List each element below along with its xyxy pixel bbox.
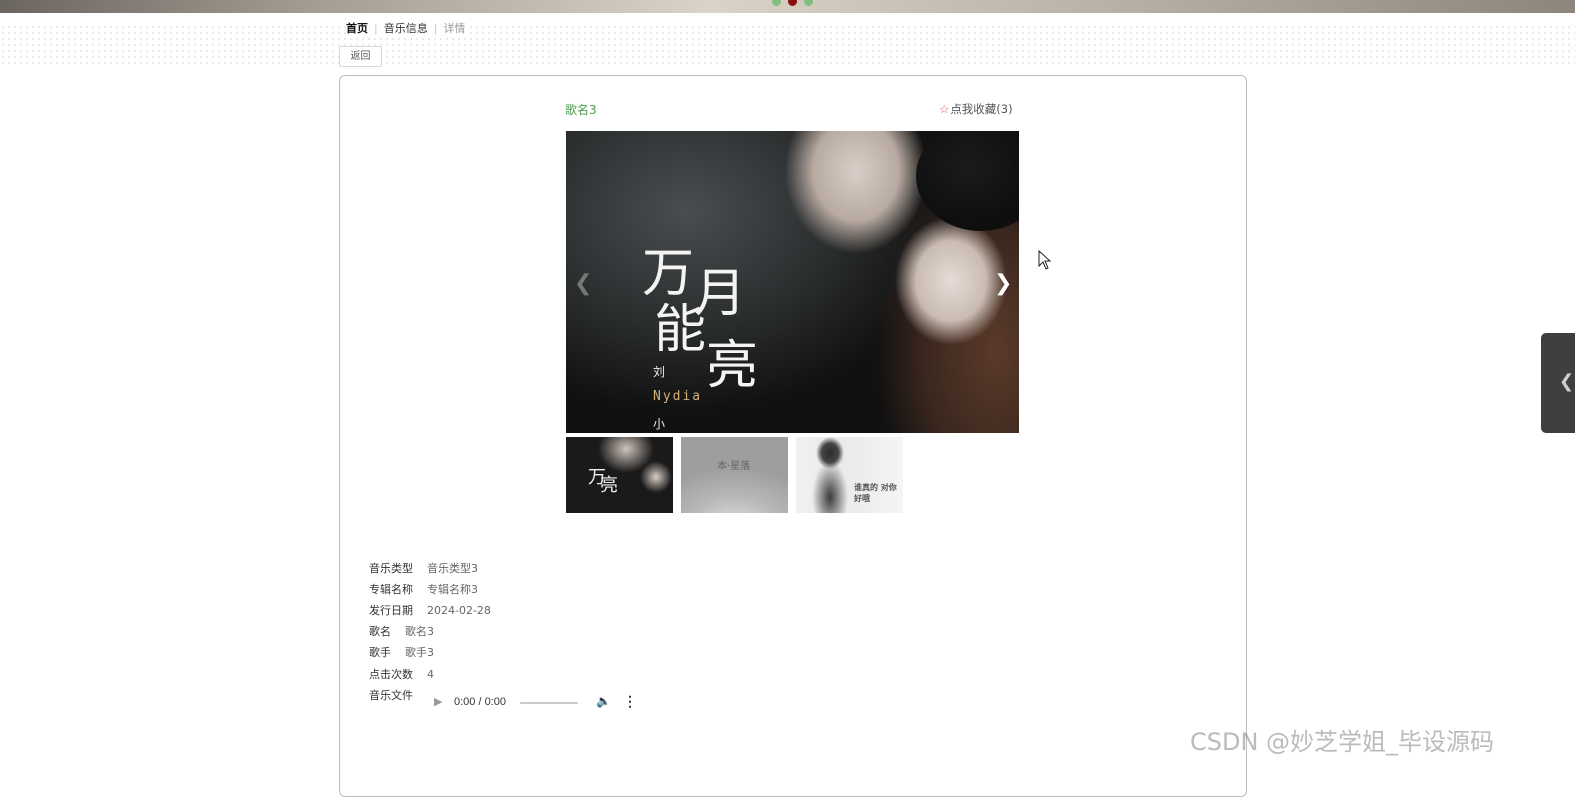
song-title: 歌名3 xyxy=(565,103,597,117)
cover-text-line: 能 xyxy=(654,300,707,360)
detail-value: 歌手3 xyxy=(405,646,434,659)
back-button[interactable]: 返回 xyxy=(339,46,382,67)
breadcrumb-current-detail: 详情 xyxy=(443,22,466,35)
cover-text-line: 亮 xyxy=(706,336,759,396)
detail-row-singer: 歌手 歌手3 xyxy=(369,645,434,661)
detail-row-song-name: 歌名 歌名3 xyxy=(369,624,434,640)
detail-label: 专辑名称 xyxy=(369,583,413,596)
decorative-pattern xyxy=(0,24,1575,64)
detail-value: 歌名3 xyxy=(405,625,434,638)
mouse-cursor-icon xyxy=(1038,250,1052,270)
breadcrumb-music-info-link[interactable]: 音乐信息 xyxy=(384,22,428,35)
audio-player[interactable]: ▶ 0:00 / 0:00 🔈 ⋮ xyxy=(430,693,640,713)
breadcrumb-separator: | xyxy=(433,22,438,35)
chevron-right-icon[interactable]: ❯ xyxy=(994,271,1012,296)
watermark: CSDN @妙芝学姐_毕设源码 xyxy=(1190,728,1495,756)
progress-bar[interactable] xyxy=(520,702,578,704)
more-vertical-icon[interactable]: ⋮ xyxy=(623,693,637,710)
thumb-2-text: 本·星落 xyxy=(717,461,751,472)
detail-label: 音乐类型 xyxy=(369,562,413,575)
detail-row-music-file: 音乐文件 xyxy=(369,688,413,704)
top-banner xyxy=(0,0,1575,13)
thumbnail-1[interactable]: 万 亮 xyxy=(566,437,673,513)
banner-dot-3[interactable] xyxy=(804,0,813,6)
breadcrumb-home-link[interactable]: 首页 xyxy=(346,22,368,35)
detail-label: 点击次数 xyxy=(369,668,413,681)
thumb-cover-text: 亮 xyxy=(600,475,618,496)
detail-label: 音乐文件 xyxy=(369,689,413,702)
detail-label: 发行日期 xyxy=(369,604,413,617)
banner-dot-1[interactable] xyxy=(772,0,781,6)
detail-label: 歌手 xyxy=(369,646,391,659)
cover-artist-text: 小 xyxy=(653,417,666,431)
star-outline-icon: ☆ xyxy=(939,102,950,116)
thumbnail-2[interactable]: 本·星落 xyxy=(681,437,788,513)
breadcrumb: 首页 | 音乐信息 | 详情 xyxy=(346,21,470,37)
volume-icon[interactable]: 🔈 xyxy=(596,694,611,708)
thumb-3-person xyxy=(810,437,850,513)
detail-row-album: 专辑名称 专辑名称3 xyxy=(369,582,478,598)
detail-value: 2024-02-28 xyxy=(427,604,491,617)
image-carousel[interactable]: 万 月 能 亮 刘 Nydia 小 ❮ ❯ xyxy=(566,131,1019,433)
banner-dot-2-active[interactable] xyxy=(788,0,797,6)
thumb-3-text: 谁真的 对你好哦 xyxy=(854,483,897,503)
detail-row-clicks: 点击次数 4 xyxy=(369,667,434,683)
player-time: 0:00 / 0:00 xyxy=(454,696,506,708)
detail-value: 4 xyxy=(427,668,434,681)
detail-label: 歌名 xyxy=(369,625,391,638)
chevron-left-icon[interactable]: ❮ xyxy=(574,271,592,296)
thumbnail-3[interactable]: 谁真的 对你好哦 xyxy=(796,437,903,513)
side-panel-toggle[interactable]: ❮ xyxy=(1541,333,1575,433)
favorite-label: 点我收藏(3) xyxy=(950,102,1013,116)
chevron-left-icon: ❮ xyxy=(1559,371,1575,392)
detail-value: 专辑名称3 xyxy=(427,583,478,596)
cover-artist-en-text: Nydia xyxy=(653,389,703,404)
cover-image-detail xyxy=(916,131,1019,231)
detail-value: 音乐类型3 xyxy=(427,562,478,575)
play-icon[interactable]: ▶ xyxy=(434,695,442,708)
detail-row-type: 音乐类型 音乐类型3 xyxy=(369,561,478,577)
cover-artist-text: 刘 xyxy=(653,365,666,379)
favorite-button[interactable]: ☆点我收藏(3) xyxy=(939,101,1013,117)
breadcrumb-separator: | xyxy=(374,22,378,35)
detail-row-release-date: 发行日期 2024-02-28 xyxy=(369,603,491,619)
